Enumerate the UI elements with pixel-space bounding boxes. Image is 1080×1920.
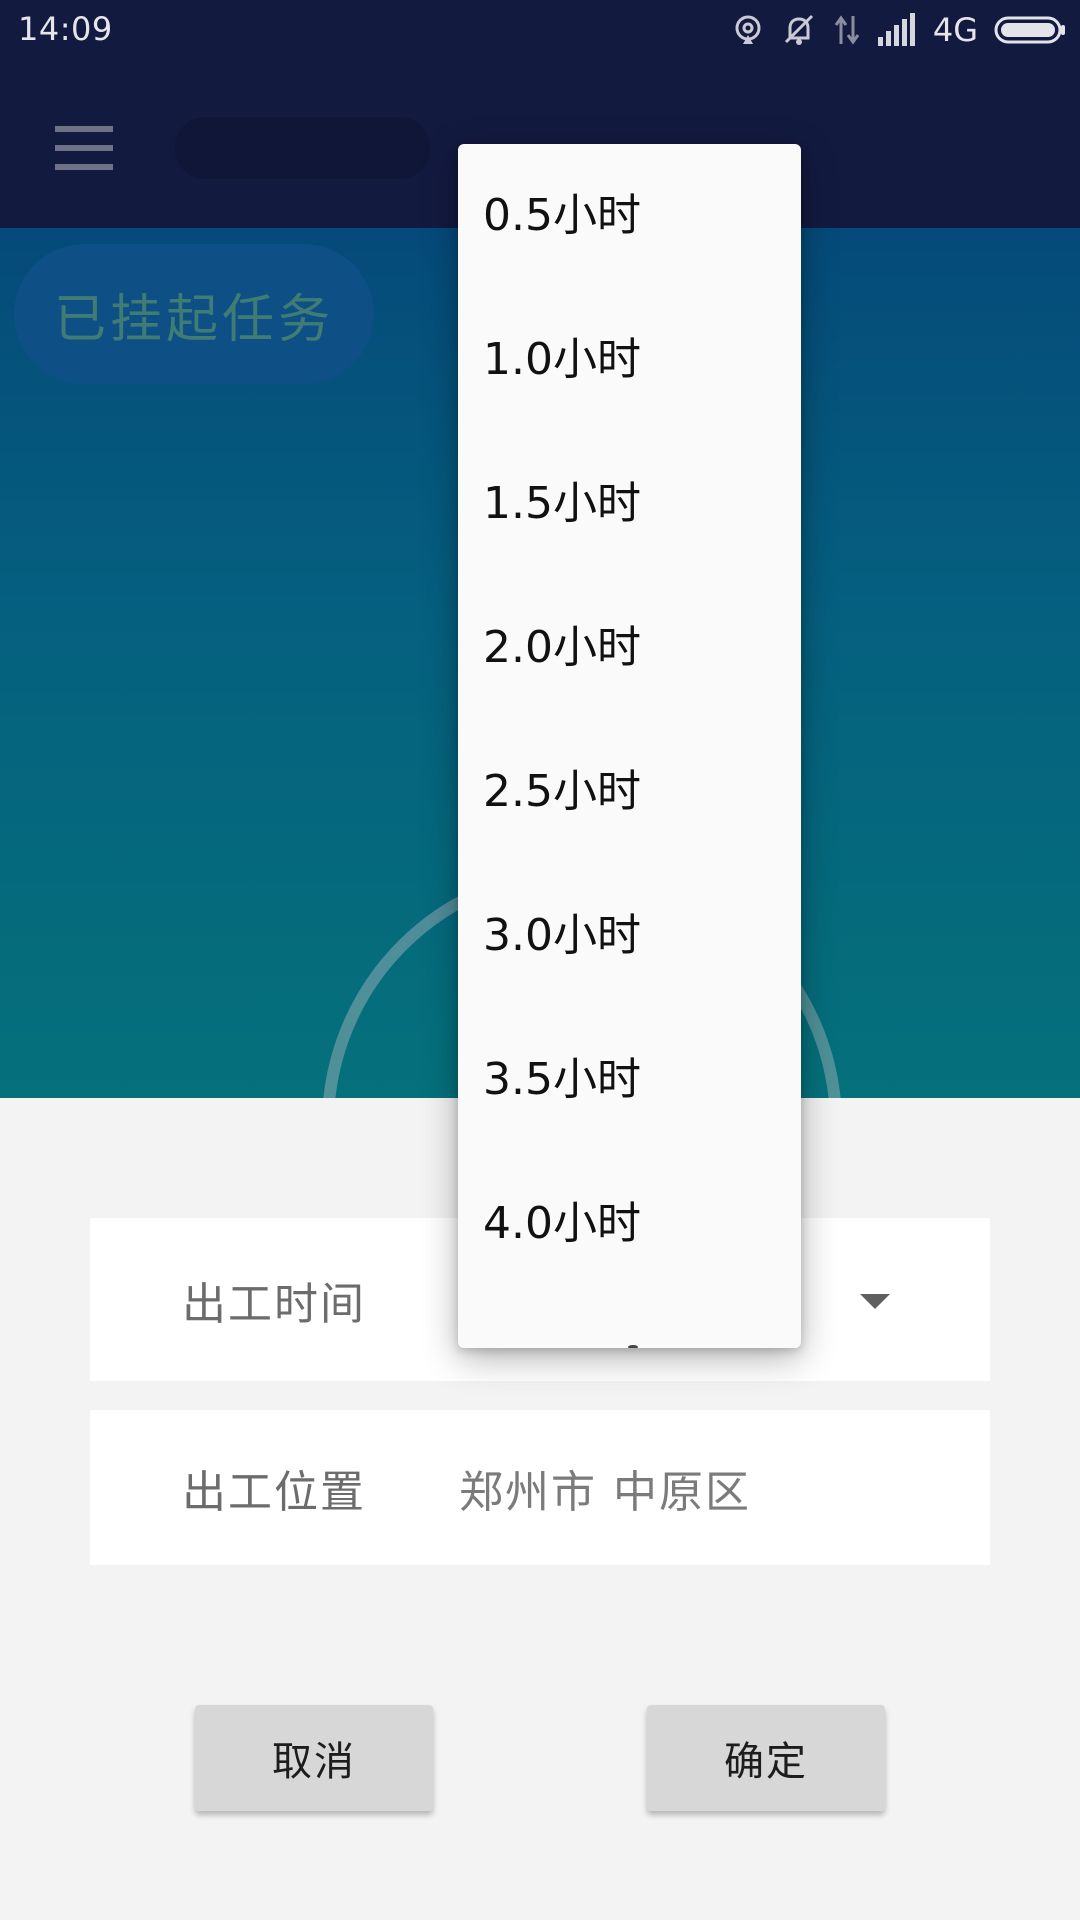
cancel-button[interactable]: 取消: [195, 1705, 433, 1811]
hotspot-icon: [735, 15, 761, 44]
signal-icon: [877, 13, 915, 46]
work-location-label: 出工位置: [182, 1466, 366, 1518]
dropdown-arrow-icon[interactable]: [860, 1294, 890, 1309]
network-type: 4G: [932, 11, 978, 49]
status-bar: 14:09 4G: [0, 0, 1080, 60]
status-time: 14:09: [18, 10, 113, 48]
hamburger-icon[interactable]: [48, 114, 120, 186]
duration-option[interactable]: 1.5小时: [458, 432, 801, 576]
duration-option[interactable]: 0.5小时: [458, 144, 801, 288]
toolbar-title-placeholder: [175, 117, 430, 179]
confirm-button[interactable]: 确定: [647, 1705, 885, 1811]
dropdown-scroll-hint: [628, 1345, 638, 1348]
duration-option[interactable]: 2.0小时: [458, 576, 801, 720]
duration-dropdown: 0.5小时 1.0小时 1.5小时 2.0小时 2.5小时 3.0小时 3.5小…: [458, 144, 801, 1348]
duration-option[interactable]: 3.0小时: [458, 864, 801, 1008]
work-time-label: 出工时间: [182, 1278, 366, 1330]
battery-icon: [994, 16, 1065, 44]
data-arrows-icon: [834, 15, 860, 45]
duration-option[interactable]: 2.5小时: [458, 720, 801, 864]
duration-options: 0.5小时 1.0小时 1.5小时 2.0小时 2.5小时 3.0小时 3.5小…: [458, 144, 801, 1296]
duration-option[interactable]: 3.5小时: [458, 1008, 801, 1152]
duration-option[interactable]: 4.0小时: [458, 1152, 801, 1296]
suspended-tasks-chip[interactable]: 已挂起任务: [14, 244, 374, 384]
work-location-value: 郑州市 中原区: [459, 1466, 751, 1518]
duration-option[interactable]: 1.0小时: [458, 288, 801, 432]
work-location-row: 出工位置 郑州市 中原区: [90, 1410, 990, 1565]
status-icons: 4G: [731, 11, 1066, 49]
alarm-off-icon: [784, 14, 813, 45]
